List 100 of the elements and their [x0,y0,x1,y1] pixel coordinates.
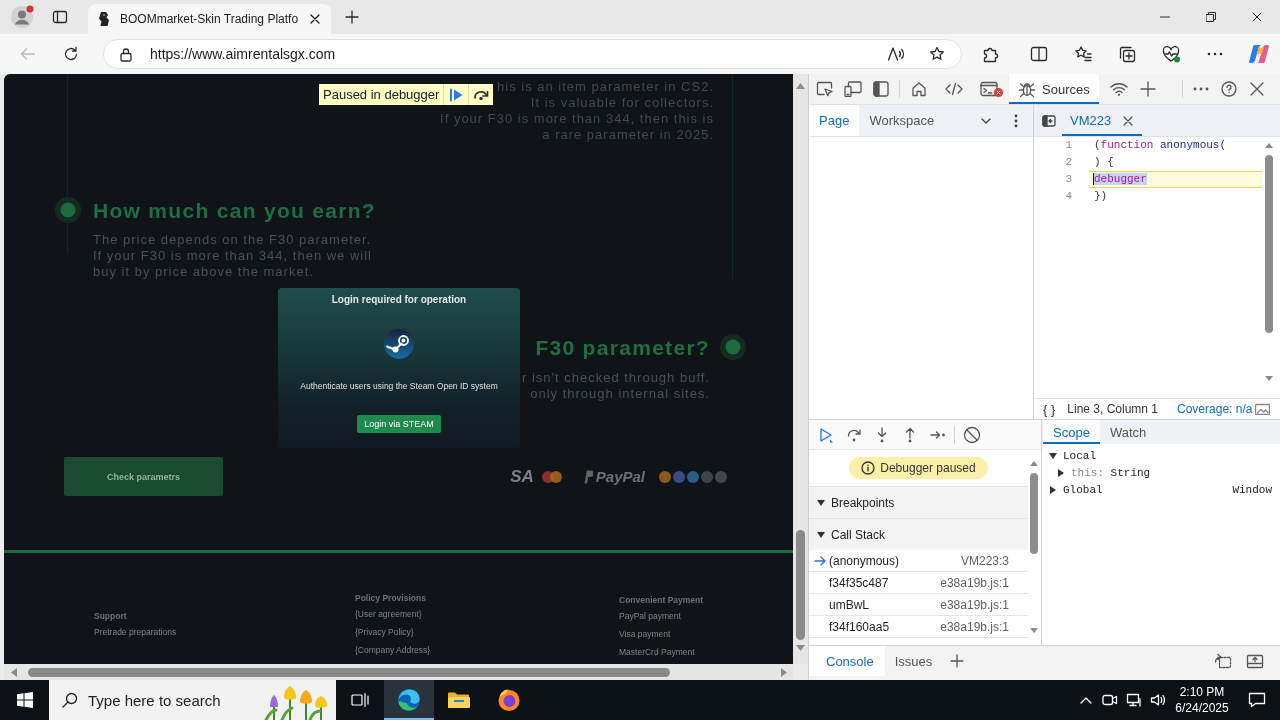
navigator-tab[interactable]: Page [809,105,860,136]
new-tab-icon[interactable] [345,10,360,24]
dialog-text: Authenticate users using the Steam Open ID system [300,380,498,392]
dock-bottom-icon[interactable] [1246,653,1264,669]
scroll-up-icon[interactable] [1030,461,1038,466]
address-bar[interactable]: https://www.aimrentalsgx.com [103,39,962,69]
check-parameters-button[interactable]: Check parametrs [64,457,223,496]
dialog-title: Login required for operation [331,293,467,306]
close-icon[interactable] [1250,82,1264,96]
site-icon [98,11,110,27]
drawer-tab[interactable]: Issues [884,646,943,676]
disclosure-triangle-icon[interactable] [1050,485,1056,494]
resume-icon[interactable] [818,426,834,443]
disclosure-triangle-icon[interactable] [1049,452,1057,459]
close-icon[interactable] [310,14,321,24]
extensions-icon[interactable] [982,45,1000,63]
clock[interactable]: 2:10 PM 6/24/2025 [1170,684,1234,716]
footer-link[interactable]: {Company Address} [355,641,431,659]
disclosure-triangle-icon[interactable] [1058,468,1064,477]
start-icon[interactable] [16,692,33,708]
banner-text: Paused in debugger [322,86,441,104]
disclosure-triangle-icon[interactable] [817,499,825,506]
favorite-star-icon[interactable] [929,46,945,62]
chevron-up-icon[interactable] [1080,696,1092,704]
steam-icon [384,329,414,359]
sidebar-toggle-icon[interactable] [1042,114,1056,127]
disclosure-triangle-icon[interactable] [817,531,825,538]
search-icon [62,692,78,708]
section-header[interactable]: Call Stack [809,518,1028,550]
call-frame[interactable]: f34f160aa5 e38a19b.js:1 [809,616,1028,638]
scroll-thumb[interactable] [796,530,805,640]
scroll-down-icon[interactable] [1030,628,1038,633]
footer-link[interactable]: MasterCrd Payment [619,643,695,661]
section-header[interactable]: Breakpoints [809,486,1028,518]
heart-pulse-icon[interactable] [1162,45,1180,63]
edge-icon [397,688,421,712]
call-frame[interactable]: f34f35c487 e38a19b.js:1 [809,572,1028,594]
browser-tab[interactable]: BOOMmarket-Skin Trading Platfo [88,4,332,34]
scroll-right-icon[interactable] [781,667,787,677]
scroll-thumb[interactable] [1264,155,1273,333]
avatar-icon[interactable] [10,5,34,29]
device-toolbar-icon[interactable] [844,81,862,97]
resume-icon[interactable] [449,87,463,102]
call-frame[interactable]: (anonymous) VM223:3 [809,550,1028,572]
plus-icon[interactable] [950,654,965,668]
scroll-thumb[interactable] [28,667,670,677]
volume-icon[interactable] [1150,692,1166,708]
collections-icon[interactable] [1118,45,1136,63]
footer-link[interactable]: Visa payment [619,625,671,643]
scroll-up-icon[interactable] [796,83,805,89]
section-heading: F30 parameter? [534,336,710,360]
close-icon[interactable] [1123,115,1134,126]
restore-icon[interactable] [1206,12,1216,22]
drawer-tab[interactable]: Console [809,646,885,676]
call-frame[interactable]: umBwL e38a19b.js:1 [809,594,1028,616]
scroll-down-icon[interactable] [1264,376,1273,381]
plus-icon[interactable] [1139,81,1156,97]
more-icon[interactable] [1193,87,1209,91]
sources-tab[interactable]: Sources [1009,74,1099,104]
search-field[interactable]: Type here to search [88,691,238,709]
footer-heading: Convenient Payment [619,594,704,606]
scope-item[interactable]: Global Window [1042,481,1280,498]
more-vertical-icon[interactable] [1014,113,1018,128]
chevron-down-icon[interactable] [981,117,991,124]
read-aloud-icon[interactable] [887,46,905,62]
login-button[interactable]: Login via STEAM [357,415,441,433]
scroll-up-icon[interactable] [1264,143,1273,148]
scroll-thumb[interactable] [1030,473,1038,554]
split-screen-icon[interactable] [1030,45,1048,63]
scope-item[interactable]: this: String [1042,464,1280,481]
help-icon[interactable] [1221,81,1237,97]
footer-link[interactable]: PayPal payment [619,607,681,625]
footer-link[interactable]: Pretrade preparations [94,623,177,641]
info-icon [861,461,876,475]
footer-link[interactable]: {Privacy Policy} [355,623,414,641]
scroll-left-icon[interactable] [11,667,17,677]
refresh-icon[interactable] [63,46,79,62]
notification-icon[interactable] [1248,692,1266,708]
copilot-icon[interactable] [1248,43,1270,65]
close-icon[interactable] [1252,12,1262,22]
webcam-icon[interactable] [1102,693,1118,707]
deactivate-breakpoints-icon[interactable] [963,425,981,444]
taskbar-button[interactable] [384,680,434,720]
navigator-tab[interactable]: Workspace [859,105,945,136]
pretty-print-button[interactable]: { } [1043,401,1056,417]
clock-date: 6/24/2025 [1175,700,1229,716]
firefox-icon [497,688,521,712]
sidebar-tab[interactable]: Watch [1099,420,1157,444]
inspect-icon[interactable] [816,81,834,97]
network-icon[interactable] [1126,692,1142,708]
sidebar-tab[interactable]: Scope [1043,420,1100,444]
footer-heading: Support [94,610,127,622]
quick-view-icon[interactable] [1214,653,1232,669]
scroll-down-icon[interactable] [796,645,805,651]
scope-item[interactable]: Local [1042,447,1280,464]
step-over-icon[interactable] [473,88,490,101]
tab-actions-icon[interactable] [52,9,68,25]
dock-side-icon[interactable] [873,81,889,97]
favorites-icon[interactable] [1074,45,1092,63]
footer-link[interactable]: {User agreement} [355,605,422,623]
